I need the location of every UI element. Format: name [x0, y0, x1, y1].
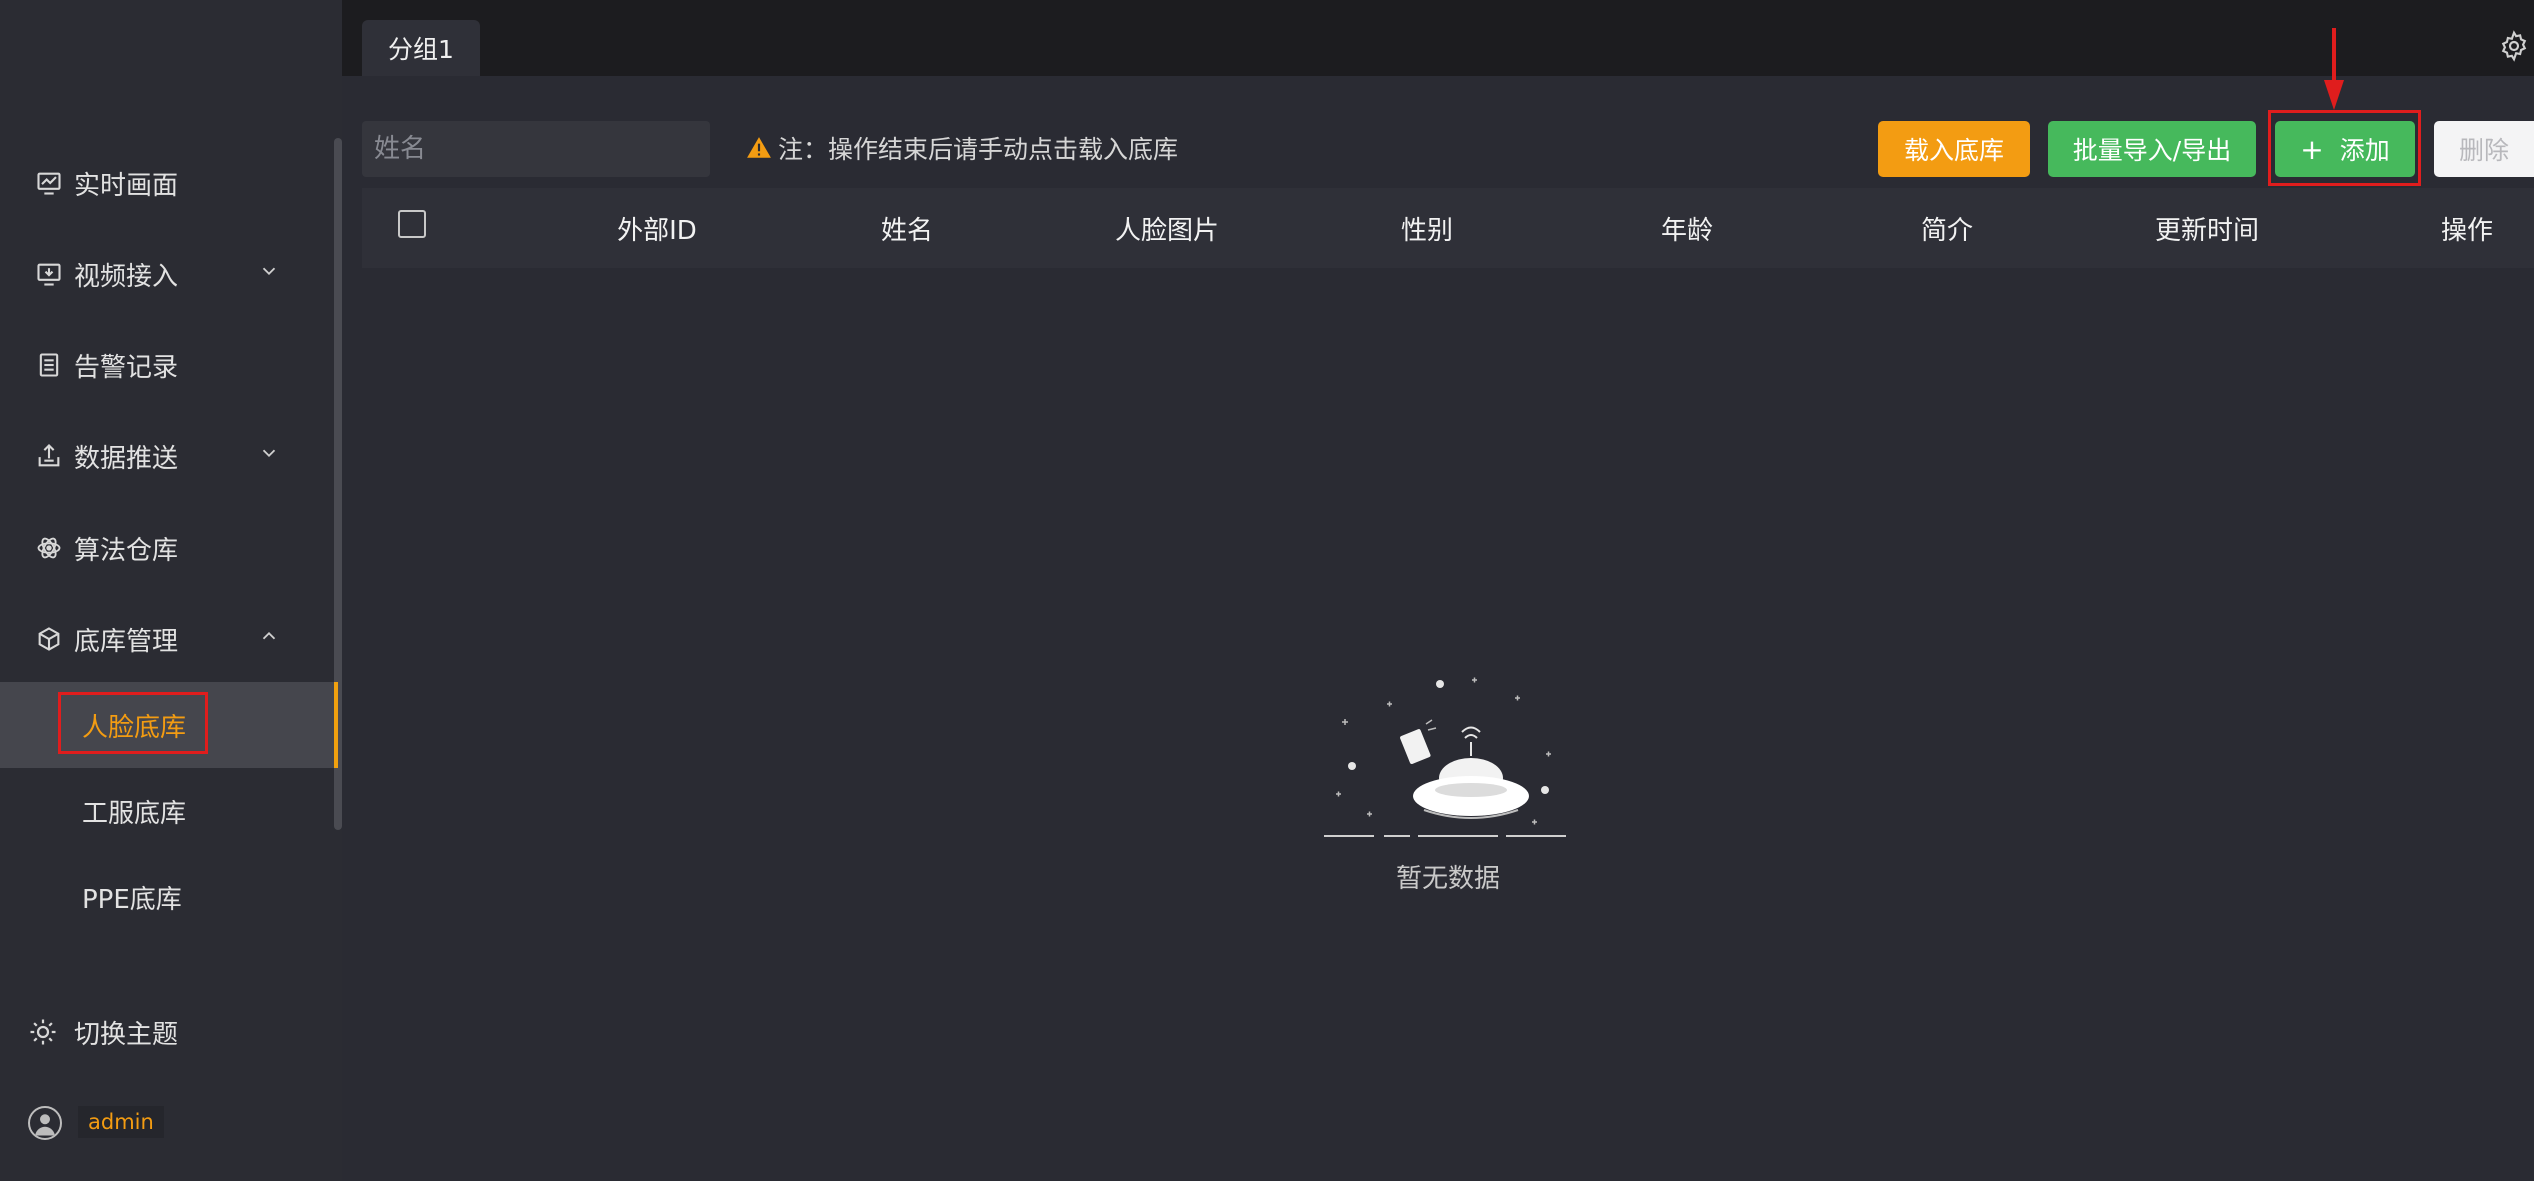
sidebar-item-label: 算法仓库 — [74, 535, 179, 566]
sidebar-subitem-uniform-library[interactable]: 工服底库 — [0, 768, 334, 854]
ufo-empty-icon — [1322, 672, 1568, 842]
sidebar-item-label: 数据推送 — [74, 443, 179, 474]
warning-icon — [746, 135, 772, 161]
column-header[interactable]: 外部ID — [532, 188, 782, 268]
operation-note: 注：操作结束后请手动点击载入底库 — [746, 130, 1178, 166]
avatar[interactable] — [28, 1106, 62, 1140]
sidebar-item-label: 视频接入 — [74, 261, 179, 292]
column-header[interactable]: 年龄 — [1552, 188, 1822, 268]
table-header: 外部ID 姓名 人脸图片 性别 年龄 简介 更新时间 操作 — [362, 188, 2534, 268]
highlight-box — [2268, 110, 2421, 186]
column-header[interactable]: 操作 — [2342, 188, 2534, 268]
highlight-box — [58, 692, 208, 754]
sidebar-item-library-management[interactable]: 底库管理 — [0, 596, 334, 682]
sun-icon — [28, 1017, 58, 1047]
gear-icon[interactable] — [2498, 30, 2530, 62]
batch-import-export-button[interactable]: 批量导入/导出 — [2048, 121, 2256, 177]
empty-state-text: 暂无数据 — [1395, 864, 1500, 894]
monitor-chart-icon — [34, 168, 64, 198]
sidebar-item-data-push[interactable]: 数据推送 — [0, 413, 334, 499]
chevron-down-icon — [258, 260, 280, 288]
switch-theme-button[interactable]: 切换主题 — [0, 989, 334, 1075]
red-arrow-annotation — [2322, 28, 2346, 112]
column-header[interactable]: 简介 — [1822, 188, 2072, 268]
document-list-icon — [34, 350, 64, 380]
sidebar-subitem-label: PPE底库 — [82, 884, 182, 915]
column-header[interactable]: 人脸图片 — [1032, 188, 1302, 268]
cube-icon — [34, 624, 64, 654]
chevron-up-icon — [258, 625, 280, 653]
column-header[interactable]: 性别 — [1302, 188, 1552, 268]
sidebar-item-live-view[interactable]: 实时画面 — [0, 140, 334, 226]
name-search-input[interactable] — [362, 121, 710, 177]
atom-icon — [34, 533, 64, 563]
sidebar-subitem-ppe-library[interactable]: PPE底库 — [0, 854, 334, 940]
upload-tray-icon — [34, 441, 64, 471]
switch-theme-label: 切换主题 — [74, 1019, 179, 1050]
column-header[interactable]: 姓名 — [782, 188, 1032, 268]
sidebar-item-label: 实时画面 — [74, 170, 179, 201]
chevron-down-icon — [258, 442, 280, 470]
top-bar — [342, 0, 2534, 76]
sidebar-item-label: 告警记录 — [74, 352, 179, 383]
sidebar-subitem-label: 工服底库 — [82, 798, 187, 829]
load-library-button[interactable]: 载入底库 — [1878, 121, 2030, 177]
sidebar-item-algorithm-store[interactable]: 算法仓库 — [0, 505, 334, 591]
sidebar-item-label: 底库管理 — [74, 626, 179, 657]
column-header[interactable]: 更新时间 — [2072, 188, 2342, 268]
note-text: 注：操作结束后请手动点击载入底库 — [778, 135, 1179, 164]
select-all-checkbox[interactable] — [398, 210, 426, 238]
tab-group-1[interactable]: 分组1 — [362, 20, 480, 76]
sidebar-item-alarm-records[interactable]: 告警记录 — [0, 322, 334, 408]
video-input-icon — [34, 259, 64, 289]
username-badge[interactable]: admin — [78, 1106, 164, 1138]
sidebar-item-video-input[interactable]: 视频接入 — [0, 231, 334, 317]
delete-button[interactable]: 删除 — [2434, 121, 2534, 177]
